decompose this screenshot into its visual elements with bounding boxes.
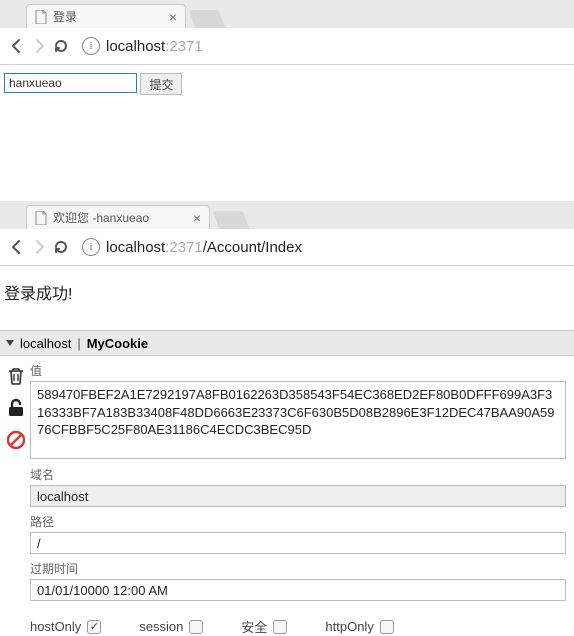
- back-button[interactable]: [6, 236, 28, 258]
- cookie-path-field[interactable]: [30, 532, 566, 554]
- crumb-separator: |: [77, 336, 80, 351]
- session-checkbox[interactable]: [189, 620, 203, 634]
- url-text: localhost:2371/Account/Index: [106, 239, 302, 256]
- cookie-expire-field[interactable]: [30, 579, 566, 601]
- devtools-cookie-panel: localhost | MyCookie 值 域名 路径 过期时间: [0, 330, 574, 636]
- httponly-checkbox[interactable]: [380, 620, 394, 634]
- cookie-form: 值 域名 路径 过期时间: [30, 360, 566, 605]
- crumb-cookie-name[interactable]: MyCookie: [87, 336, 148, 351]
- reload-button[interactable]: [50, 35, 72, 57]
- browser-window-2: 欢迎您 -hanxueao × i localhost:2371/Account…: [0, 201, 574, 266]
- cookie-domain-field[interactable]: [30, 485, 566, 507]
- page-icon: [35, 211, 47, 225]
- login-success-message: 登录成功!: [4, 286, 72, 303]
- hostonly-checkbox[interactable]: ✓: [87, 620, 101, 634]
- tab-strip: 欢迎您 -hanxueao ×: [0, 201, 574, 229]
- expire-label: 过期时间: [30, 560, 566, 577]
- browser-window-1: 登录 × i localhost:2371: [0, 0, 574, 65]
- devtools-tool-column: [2, 360, 30, 605]
- delete-icon[interactable]: [7, 366, 25, 386]
- new-tab-button[interactable]: [213, 211, 250, 229]
- active-tab[interactable]: 登录 ×: [26, 4, 186, 28]
- httponly-label: httpOnly: [325, 619, 373, 634]
- address-bar[interactable]: i localhost:2371/Account/Index: [78, 234, 568, 260]
- tab-strip: 登录 ×: [0, 0, 574, 28]
- cookie-flags-row: hostOnly ✓ session 安全 httpOnly: [0, 613, 574, 636]
- tab-close-icon[interactable]: ×: [193, 211, 201, 225]
- site-info-icon[interactable]: i: [82, 238, 100, 256]
- secure-label: 安全: [241, 617, 267, 636]
- forward-button[interactable]: [28, 236, 50, 258]
- active-tab[interactable]: 欢迎您 -hanxueao ×: [26, 205, 210, 229]
- address-bar[interactable]: i localhost:2371: [78, 33, 568, 59]
- devtools-header: localhost | MyCookie: [0, 330, 574, 356]
- cookie-value-field[interactable]: [30, 381, 566, 459]
- hostonly-label: hostOnly: [30, 619, 81, 634]
- welcome-page: 登录成功!: [0, 266, 574, 320]
- lock-icon[interactable]: [6, 398, 26, 418]
- reload-button[interactable]: [50, 236, 72, 258]
- tab-close-icon[interactable]: ×: [169, 10, 177, 24]
- tab-title: 登录: [53, 8, 161, 25]
- block-icon[interactable]: [6, 430, 26, 450]
- value-label: 值: [30, 362, 566, 379]
- session-label: session: [139, 619, 183, 634]
- username-input[interactable]: [4, 73, 137, 93]
- submit-button[interactable]: 提交: [140, 73, 182, 95]
- expand-toggle-icon[interactable]: [6, 340, 14, 346]
- toolbar: i localhost:2371/Account/Index: [0, 229, 574, 265]
- back-button[interactable]: [6, 35, 28, 57]
- tab-title: 欢迎您 -hanxueao: [53, 209, 185, 226]
- domain-label: 域名: [30, 466, 566, 483]
- crumb-host[interactable]: localhost: [20, 336, 71, 351]
- site-info-icon[interactable]: i: [82, 37, 100, 55]
- url-text: localhost:2371: [106, 38, 203, 55]
- page-icon: [35, 10, 47, 24]
- new-tab-button[interactable]: [189, 10, 226, 28]
- path-label: 路径: [30, 513, 566, 530]
- login-page: 提交: [0, 65, 574, 129]
- toolbar: i localhost:2371: [0, 28, 574, 64]
- forward-button[interactable]: [28, 35, 50, 57]
- secure-checkbox[interactable]: [273, 620, 287, 634]
